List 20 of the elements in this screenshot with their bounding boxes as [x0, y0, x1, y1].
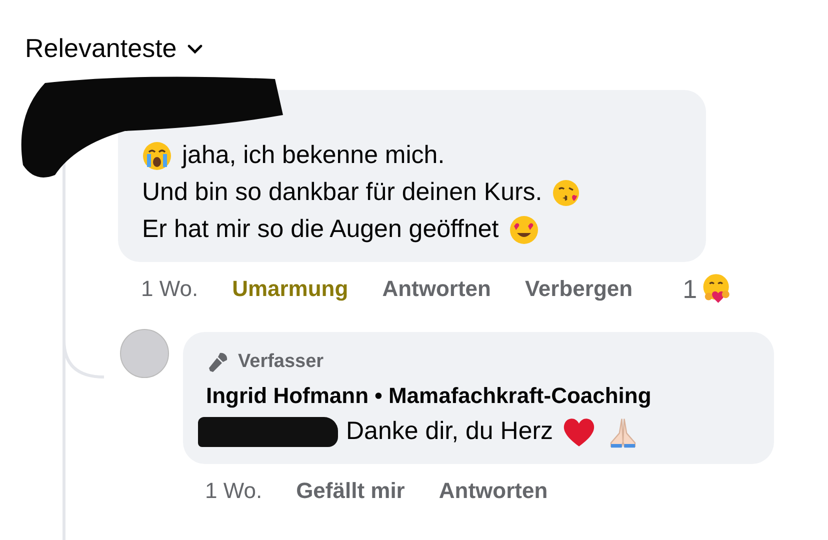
author-name[interactable]: Ingrid Hofmann • Mamafachkraft-Coaching — [206, 383, 750, 409]
comment-text: jaha, ich bekenne mich. — [182, 141, 445, 170]
microphone-icon — [206, 350, 230, 374]
action-link[interactable]: Verbergen — [524, 276, 633, 302]
author-label: Verfasser — [238, 351, 324, 373]
chevron-down-icon — [186, 44, 203, 54]
action-link[interactable]: Antworten — [382, 276, 491, 302]
comment-time: 1 Wo. — [141, 276, 198, 302]
heart-eyes-face-icon — [508, 214, 539, 244]
comment-text: Und bin so dankbar für deinen Kurs. — [142, 178, 542, 207]
reply-text: Danke dir, du Herz — [346, 417, 554, 446]
action-link[interactable]: Umarmung — [232, 276, 348, 302]
action-link[interactable]: Antworten — [438, 478, 548, 504]
reply-time: 1 Wo. — [205, 478, 262, 504]
crying-face-icon — [142, 140, 172, 170]
action-link[interactable]: Gefällt mir — [296, 478, 405, 504]
comment-text: Er hat mir so die Augen geöffnet — [142, 215, 499, 244]
sort-dropdown[interactable]: Relevanteste — [25, 33, 203, 64]
avatar[interactable] — [120, 329, 169, 378]
reaction-count: 1 — [682, 274, 698, 304]
